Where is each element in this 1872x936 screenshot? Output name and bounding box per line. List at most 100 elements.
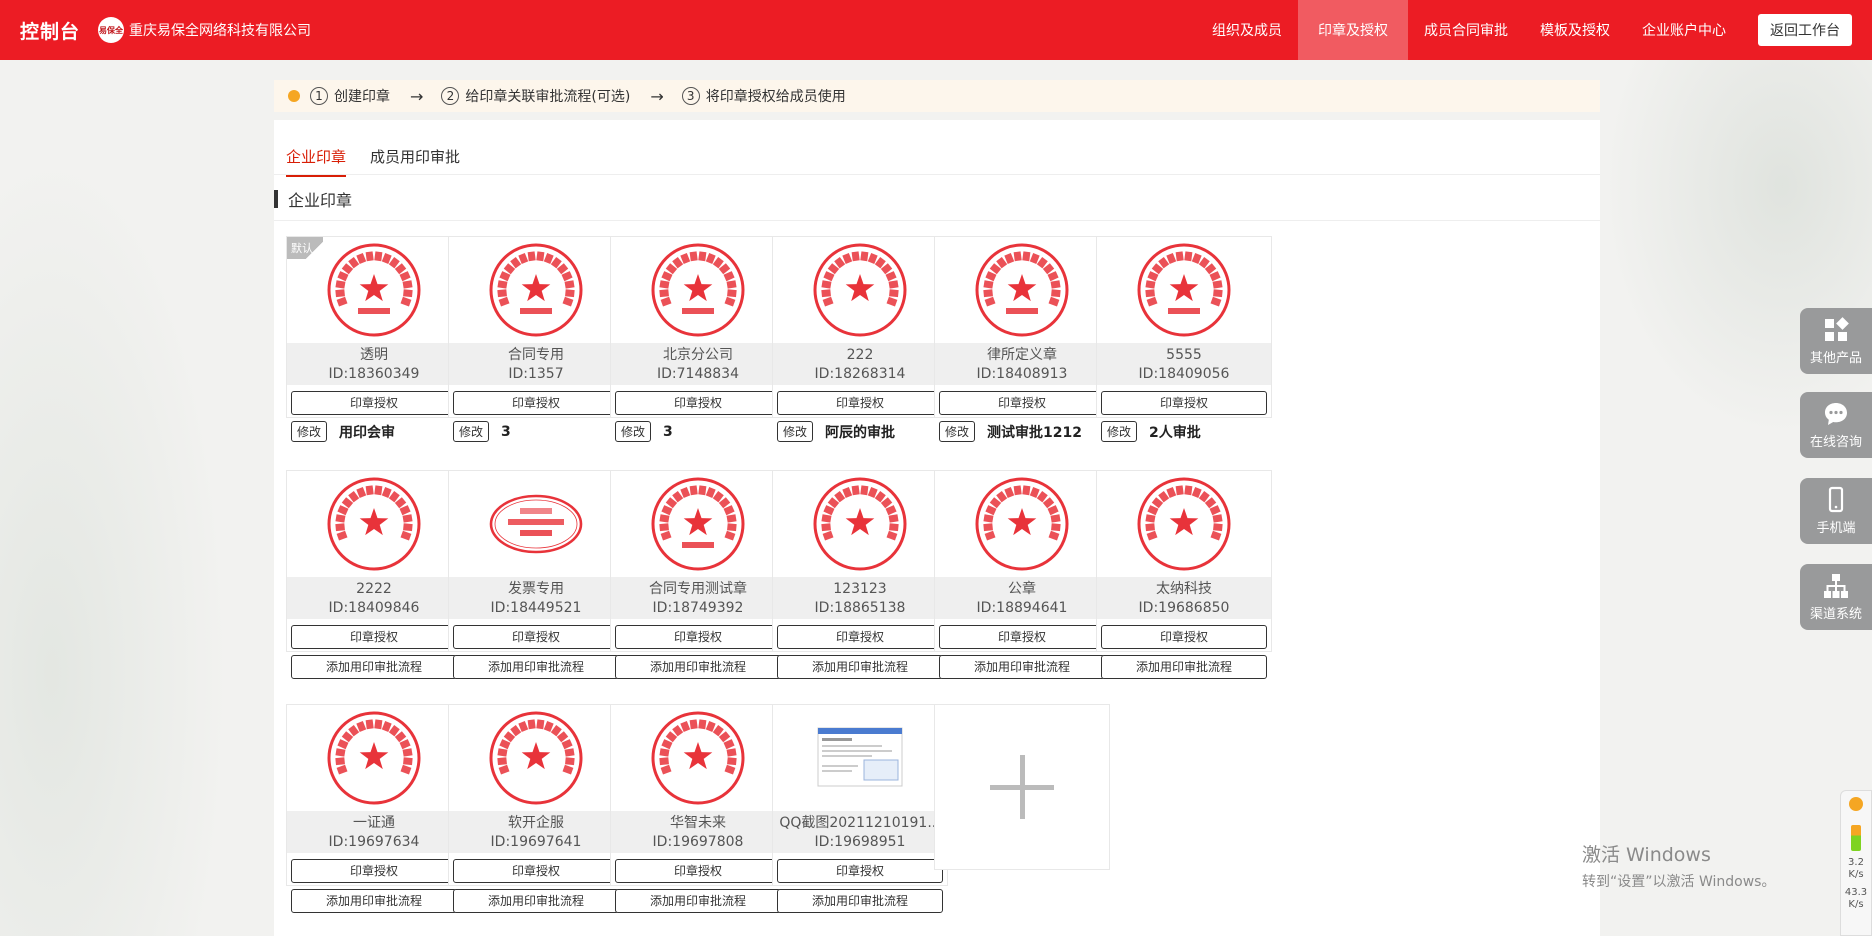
step-label: 给印章关联审批流程(可选) <box>465 89 631 105</box>
seal-info: 222 ID:18268314 <box>773 343 947 385</box>
seal-image[interactable] <box>611 237 785 343</box>
default-badge: 默认 <box>287 237 323 259</box>
seal-image[interactable] <box>449 471 623 577</box>
seal-info: 太纳科技 ID:19686850 <box>1097 577 1271 619</box>
add-approval-flow-button[interactable]: 添加用印审批流程 <box>939 655 1105 679</box>
seal-id: ID:18894641 <box>976 600 1068 616</box>
add-approval-flow-button[interactable]: 添加用印审批流程 <box>453 655 619 679</box>
approval-flow-row: 修改 用印会审 <box>291 421 461 442</box>
seal-name: 律所定义章 <box>987 347 1057 363</box>
seal-image[interactable] <box>773 705 947 811</box>
seal-authorize-button[interactable]: 印章授权 <box>291 859 457 883</box>
edit-flow-button[interactable]: 修改 <box>777 421 814 442</box>
edit-flow-button[interactable]: 修改 <box>453 421 490 442</box>
seal-stamp-icon <box>489 494 583 554</box>
add-approval-flow-button[interactable]: 添加用印审批流程 <box>291 889 457 913</box>
add-approval-flow-button[interactable]: 添加用印审批流程 <box>777 889 943 913</box>
edit-flow-button[interactable]: 修改 <box>615 421 652 442</box>
nav-org-members[interactable]: 组织及成员 <box>1196 0 1298 60</box>
seal-stamp-icon <box>489 243 583 337</box>
tab-member-seal-approval[interactable]: 成员用印审批 <box>370 146 460 177</box>
seal-authorize-button[interactable]: 印章授权 <box>939 625 1105 649</box>
edit-flow-button[interactable]: 修改 <box>939 421 976 442</box>
company-info: 易保全 重庆易保全网络科技有限公司 <box>98 17 311 43</box>
seal-image[interactable] <box>935 471 1109 577</box>
add-seal-button[interactable] <box>934 704 1110 870</box>
section-marker <box>274 190 278 208</box>
edit-flow-button[interactable]: 修改 <box>291 421 328 442</box>
step-number: 3 <box>681 87 700 105</box>
add-approval-flow-button[interactable]: 添加用印审批流程 <box>453 889 619 913</box>
add-approval-flow-button[interactable]: 添加用印审批流程 <box>777 655 943 679</box>
nav-template-auth[interactable]: 模板及授权 <box>1524 0 1626 60</box>
seal-stamp-icon <box>651 711 745 805</box>
tab-enterprise-seals[interactable]: 企业印章 <box>286 146 347 177</box>
seal-authorize-button[interactable]: 印章授权 <box>615 391 781 415</box>
seal-authorize-button[interactable]: 印章授权 <box>777 391 943 415</box>
seal-card: 5555 ID:18409056 印章授权 修改 2人审批 <box>1096 236 1272 442</box>
seal-image[interactable] <box>1097 471 1271 577</box>
step-label: 将印章授权给成员使用 <box>705 89 846 105</box>
seal-info: 软开企服 ID:19697641 <box>449 811 623 853</box>
add-approval-flow-button[interactable]: 添加用印审批流程 <box>291 655 457 679</box>
seal-image[interactable] <box>773 237 947 343</box>
seal-image[interactable] <box>449 705 623 811</box>
seal-authorize-button[interactable]: 印章授权 <box>453 859 619 883</box>
seal-id: ID:7148834 <box>657 366 739 382</box>
seal-card: 太纳科技 ID:19686850 印章授权添加用印审批流程 <box>1096 470 1272 679</box>
approval-flow-name: 3 <box>501 423 511 440</box>
sidebar-channel-system[interactable]: 渠道系统 <box>1800 564 1872 630</box>
seal-authorize-button[interactable]: 印章授权 <box>1101 391 1267 415</box>
add-approval-flow-button[interactable]: 添加用印审批流程 <box>615 655 781 679</box>
sidebar-other-products[interactable]: 其他产品 <box>1800 308 1872 374</box>
seal-authorize-button[interactable]: 印章授权 <box>777 859 943 883</box>
nav-seal-auth[interactable]: 印章及授权 <box>1298 0 1408 60</box>
seal-image[interactable] <box>773 471 947 577</box>
add-approval-flow-button[interactable]: 添加用印审批流程 <box>615 889 781 913</box>
return-workbench-button[interactable]: 返回工作台 <box>1758 14 1852 46</box>
seal-image[interactable] <box>611 705 785 811</box>
add-approval-flow-button[interactable]: 添加用印审批流程 <box>1101 655 1267 679</box>
seal-id: ID:18449521 <box>490 600 582 616</box>
seal-authorize-button[interactable]: 印章授权 <box>777 625 943 649</box>
seal-image[interactable] <box>611 471 785 577</box>
plus-icon <box>990 755 1054 819</box>
nav-contract-approval[interactable]: 成员合同审批 <box>1408 0 1524 60</box>
seal-id: ID:19697634 <box>328 834 420 850</box>
sidebar-online-chat[interactable]: 在线咨询 <box>1800 392 1872 458</box>
seal-image[interactable]: 默认 <box>287 237 461 343</box>
seal-authorize-button[interactable]: 印章授权 <box>939 391 1105 415</box>
seal-authorize-button[interactable]: 印章授权 <box>615 625 781 649</box>
seal-id: ID:18268314 <box>814 366 906 382</box>
section-title: 企业印章 <box>274 188 352 210</box>
seal-authorize-button[interactable]: 印章授权 <box>615 859 781 883</box>
seal-card: 发票专用 ID:18449521 印章授权 添加用印审批流程 <box>448 470 624 679</box>
console-title[interactable]: 控制台 <box>20 17 80 44</box>
edit-flow-button[interactable]: 修改 <box>1101 421 1138 442</box>
seal-authorize-button[interactable]: 印章授权 <box>1101 625 1267 649</box>
seal-image[interactable] <box>287 705 461 811</box>
download-speed: 43.3 K/s <box>1844 887 1868 910</box>
seal-authorize-button[interactable]: 印章授权 <box>291 625 457 649</box>
approval-flow-row: 修改 阿辰的审批 <box>777 421 947 442</box>
seal-name: 222 <box>846 347 874 363</box>
seal-info: 律所定义章 ID:18408913 <box>935 343 1109 385</box>
seal-image[interactable] <box>1097 237 1271 343</box>
seal-authorize-button[interactable]: 印章授权 <box>453 391 619 415</box>
arrow-right-icon: → <box>410 86 424 106</box>
section-title-text: 企业印章 <box>288 191 353 210</box>
seal-authorize-button[interactable]: 印章授权 <box>453 625 619 649</box>
approval-flow-name: 3 <box>663 423 673 440</box>
sidebar-mobile[interactable]: 手机端 <box>1800 478 1872 544</box>
step-number: 2 <box>441 87 460 105</box>
nav-account-center[interactable]: 企业账户中心 <box>1626 0 1742 60</box>
seal-authorize-button[interactable]: 印章授权 <box>291 391 457 415</box>
seal-image[interactable] <box>287 471 461 577</box>
seal-image[interactable] <box>935 237 1109 343</box>
seal-image[interactable] <box>449 237 623 343</box>
seal-stamp-icon <box>975 477 1069 571</box>
tray-meter <box>1851 825 1861 851</box>
approval-flow-row: 修改 3 <box>453 421 623 442</box>
seal-id: ID:18409056 <box>1138 366 1230 382</box>
seal-name: 北京分公司 <box>663 347 733 363</box>
